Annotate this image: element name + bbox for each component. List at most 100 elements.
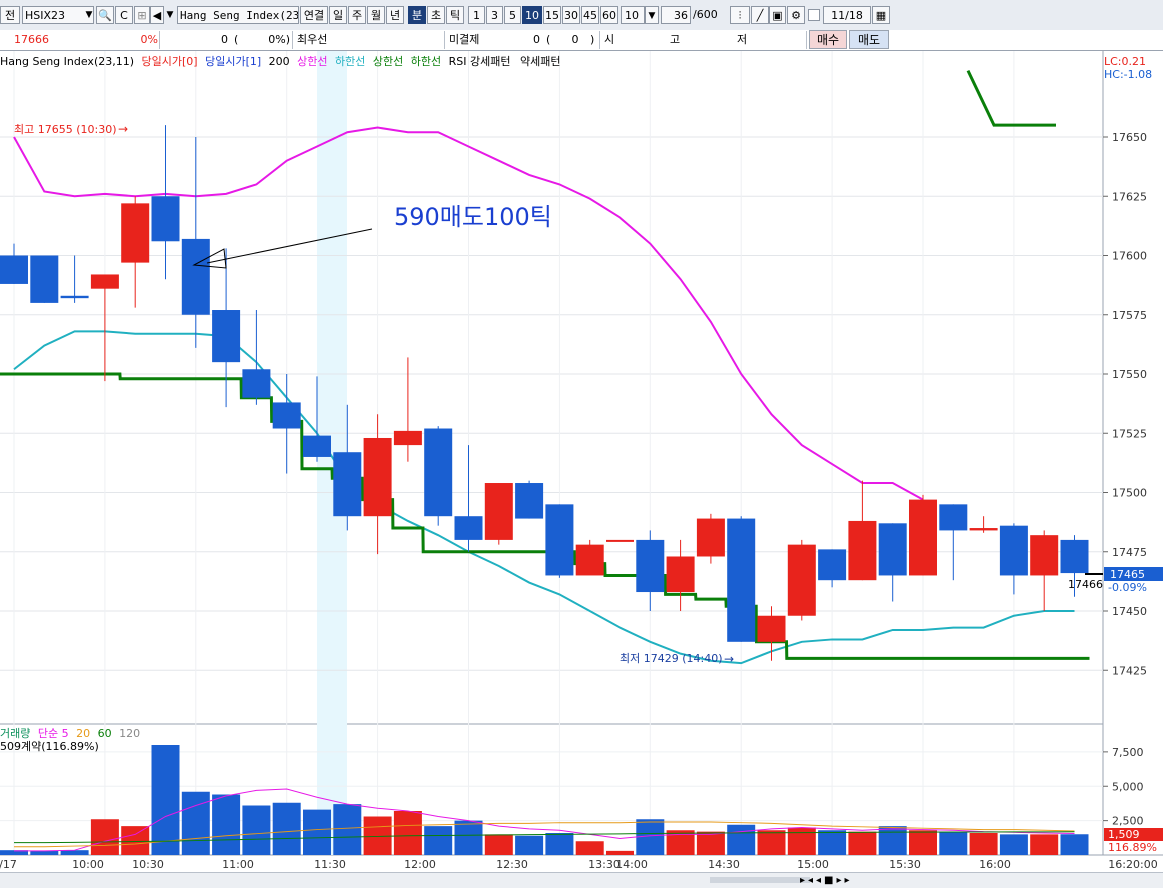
candle-body — [151, 196, 180, 242]
y-tick-label: 17525 — [1112, 427, 1147, 440]
candle-body — [515, 483, 544, 519]
high-label: 고 — [670, 33, 681, 46]
volume-bar — [969, 833, 998, 855]
volume-bar — [181, 791, 210, 855]
candle-body — [303, 435, 331, 457]
candle-icon[interactable]: ⫶ — [730, 6, 750, 24]
market-selector[interactable]: 전 — [0, 6, 20, 24]
gear-icon[interactable]: ⚙ — [787, 6, 805, 24]
volume-tick-label: 2,500 — [1112, 815, 1144, 828]
interval-15[interactable]: 15 — [543, 6, 561, 24]
volume-bar — [939, 831, 968, 855]
candle-body — [181, 238, 210, 315]
candle-body — [696, 518, 725, 557]
volume-bar — [303, 809, 331, 855]
save-icon[interactable]: ▣ — [769, 6, 786, 24]
period-year[interactable]: 년 — [386, 6, 404, 24]
ma120-label: 120 — [119, 727, 141, 740]
chevron-down-icon[interactable]: ▼ — [164, 6, 176, 24]
sell-button[interactable]: 매도 — [849, 30, 889, 49]
unsettled-paren-value: 0 — [571, 33, 579, 46]
scroll-controls[interactable]: ▸◂◂■▸▸ — [800, 873, 853, 888]
count-input[interactable]: 36 — [661, 6, 691, 24]
candle-body — [393, 430, 422, 446]
y-tick-label: 17500 — [1112, 487, 1147, 500]
legend-upper2: 상한선 — [372, 55, 404, 68]
interval-5[interactable]: 5 — [504, 6, 521, 24]
volume-bar — [151, 745, 180, 855]
candle-body — [0, 255, 28, 284]
chevron-down-icon[interactable]: ▼ — [645, 6, 659, 24]
volume-tag-text: 1,509 — [1108, 828, 1140, 841]
volume-bar — [818, 830, 847, 855]
interval-10[interactable]: 10 — [522, 6, 542, 24]
y-tick-label: 17550 — [1112, 368, 1147, 381]
line-tool-icon[interactable]: ╱ — [751, 6, 769, 24]
legend-instrument: Hang Seng Index(23,11) — [0, 55, 135, 68]
volume-bar — [515, 835, 544, 855]
legend-weak: 약세패턴 — [520, 55, 561, 68]
instrument-name: Hang Seng Index(23.1 — [177, 6, 299, 24]
candle-body — [242, 369, 271, 398]
x-tick-label: 14:00 — [616, 858, 648, 871]
date-input[interactable]: 11/18 — [823, 6, 871, 24]
x-tick-label: 16:20:00 — [1108, 858, 1157, 871]
period-tick[interactable]: 틱 — [446, 6, 464, 24]
volume-bar — [212, 794, 241, 855]
price-chart[interactable]: 17650 17625 17600 17575 17550 17525 17500 17475… — [0, 51, 1163, 887]
period-month[interactable]: 월 — [367, 6, 385, 24]
speaker-icon[interactable]: ◀ — [150, 6, 164, 24]
candle-body — [848, 520, 877, 581]
volume-tag-pct: 116.89% — [1108, 841, 1157, 854]
volume-bar — [1060, 834, 1089, 855]
volume-bar — [30, 850, 59, 855]
period-connected[interactable]: 연결 — [300, 6, 328, 24]
x-tick-label: 14:30 — [708, 858, 740, 871]
volume-bar — [757, 830, 786, 855]
legend-rsi: RSI 강세패턴 — [448, 55, 511, 68]
interval-1[interactable]: 1 — [468, 6, 485, 24]
contract-label: 509계약(116.89%) — [0, 740, 99, 753]
interval-30[interactable]: 30 — [562, 6, 580, 24]
period-day[interactable]: 일 — [329, 6, 347, 24]
y-tick-label: 17475 — [1112, 546, 1147, 559]
volume-bar — [454, 820, 483, 855]
date-checkbox[interactable] — [808, 9, 820, 21]
candle-body — [969, 528, 998, 531]
candle-body — [454, 516, 483, 540]
interval-45[interactable]: 45 — [581, 6, 599, 24]
change-pct: 0% — [140, 33, 158, 46]
interval-input[interactable]: 10 — [621, 6, 645, 24]
calendar-icon[interactable]: ▦ — [872, 6, 890, 24]
candle-body — [363, 437, 392, 517]
period-second[interactable]: 초 — [427, 6, 445, 24]
unsettled-paren-close: ) — [590, 31, 600, 49]
trade-note: 590매도100틱 — [394, 203, 552, 231]
volume-bar — [121, 826, 150, 855]
candle-body — [757, 615, 786, 642]
chevron-down-icon[interactable]: ▼ — [82, 6, 96, 24]
search-icon[interactable]: 🔍 — [96, 6, 114, 24]
period-minute[interactable]: 분 — [408, 6, 426, 24]
volume-bar — [696, 831, 725, 855]
compare-icon[interactable]: C — [115, 6, 133, 24]
volume-bar — [393, 811, 422, 855]
candle-body — [545, 504, 574, 576]
candle-body — [1060, 539, 1089, 574]
bottom-scrollbar[interactable]: ▸◂◂■▸▸ — [0, 872, 1163, 888]
interval-60[interactable]: 60 — [600, 6, 618, 24]
link-icon[interactable]: ⊞ — [134, 6, 150, 24]
period-week[interactable]: 주 — [348, 6, 366, 24]
candle-body — [575, 544, 604, 576]
x-tick-label: 16:00 — [979, 858, 1011, 871]
low-label: 저 — [737, 31, 807, 49]
arrow-right-icon: → — [118, 122, 128, 136]
legend-upper1: 상한선 — [297, 55, 328, 68]
volume-bar — [242, 805, 271, 855]
buy-button[interactable]: 매수 — [809, 30, 847, 49]
scroll-thumb[interactable] — [710, 877, 810, 883]
candle-body — [484, 483, 513, 540]
candle-body — [909, 499, 937, 576]
y-tick-label: 17650 — [1112, 131, 1147, 144]
interval-3[interactable]: 3 — [486, 6, 503, 24]
